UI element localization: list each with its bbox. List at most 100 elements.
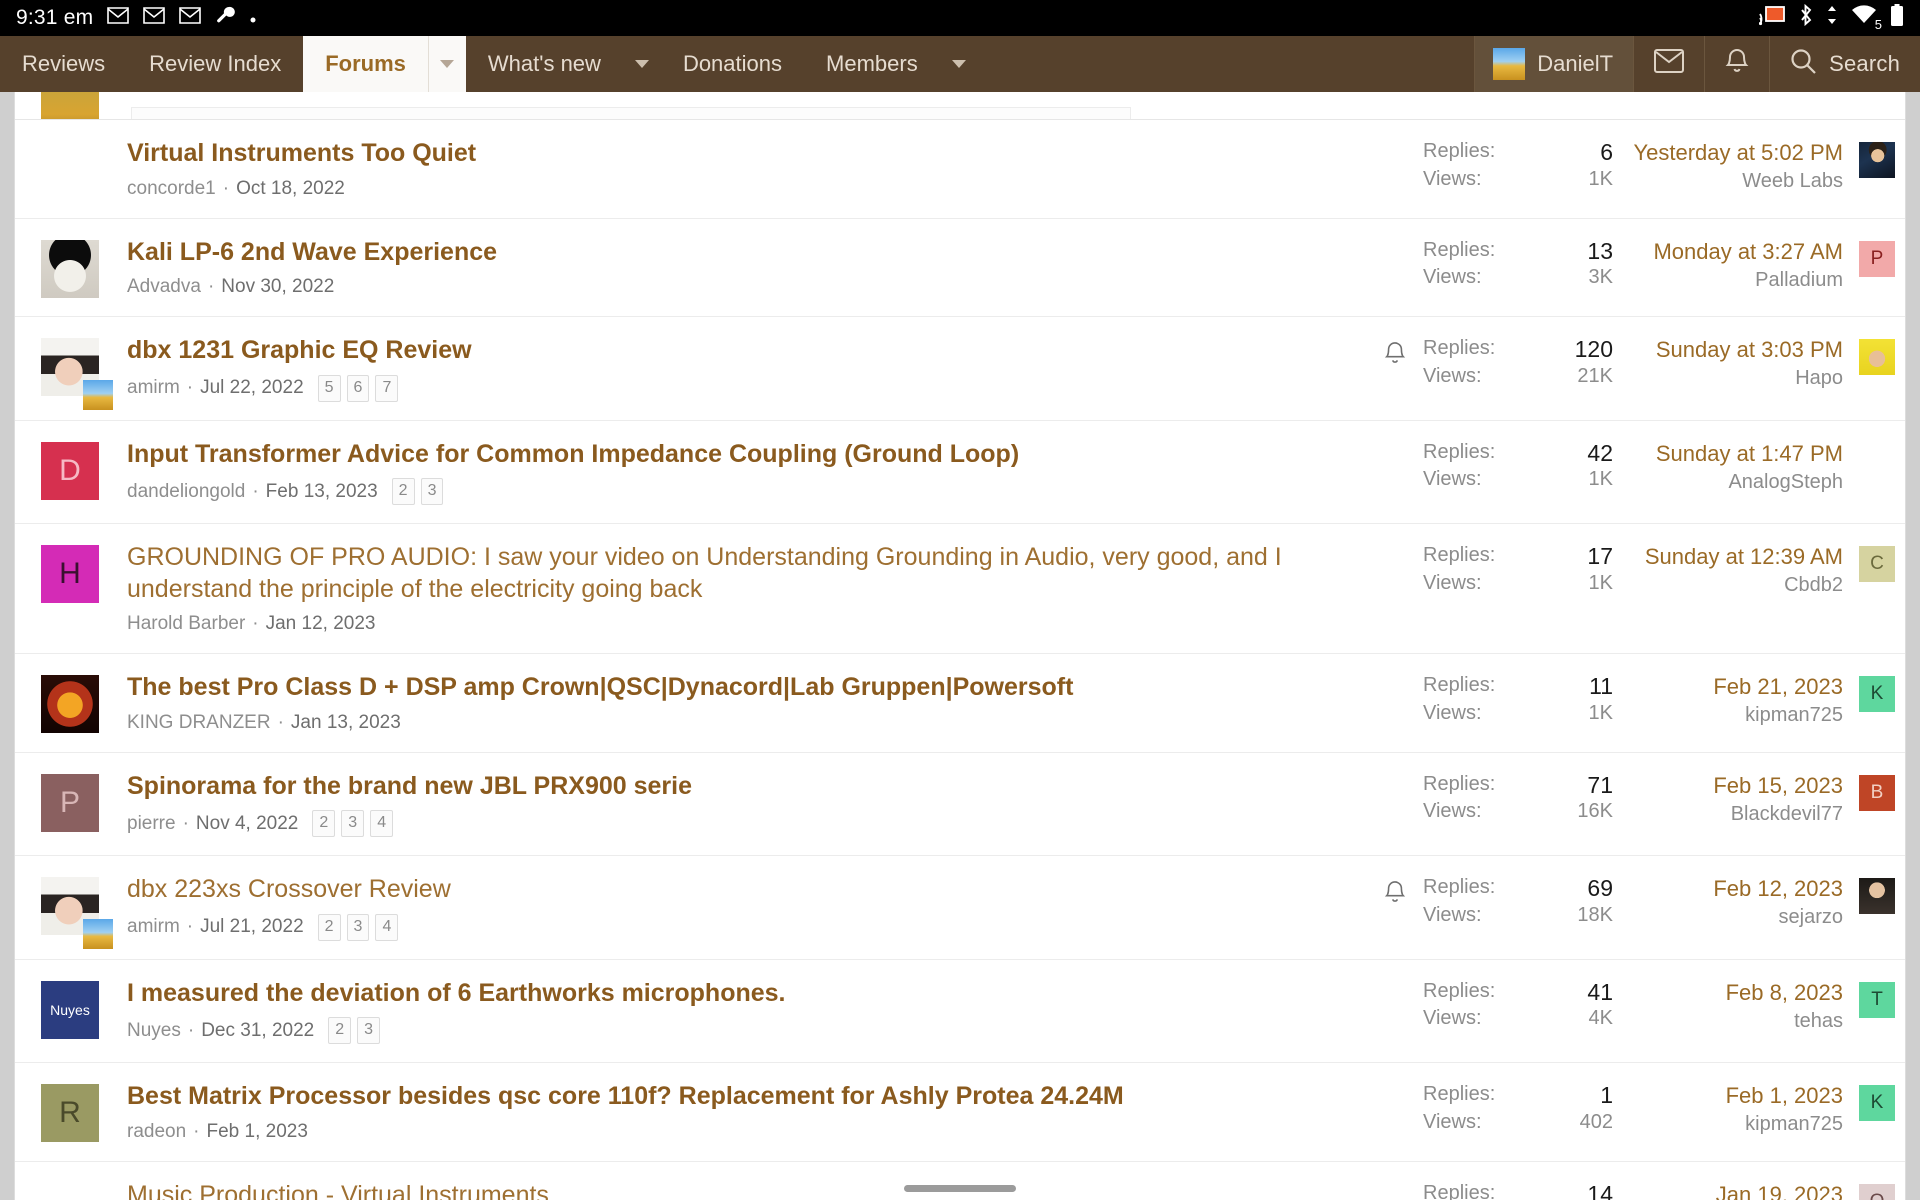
table-row[interactable]: P Spinorama for the brand new JBL PRX900 … — [15, 752, 1905, 856]
last-post-author[interactable]: Cbdb2 — [1623, 574, 1843, 597]
thread-author-link[interactable]: dandeliongold — [127, 481, 245, 503]
thread-author-link[interactable]: radeon — [127, 1121, 186, 1143]
thread-start-date[interactable]: Nov 30, 2022 — [221, 276, 334, 298]
nav-item-whats-new[interactable]: What's new — [466, 36, 623, 92]
avatar[interactable]: D — [41, 441, 99, 500]
thread-author-link[interactable]: pierre — [127, 813, 176, 835]
page-jump-button[interactable]: 2 — [328, 1017, 352, 1044]
inbox-button[interactable] — [1633, 36, 1704, 92]
search-button[interactable]: Search — [1769, 36, 1920, 92]
nav-item-review-index[interactable]: Review Index — [127, 36, 303, 92]
last-post-date[interactable]: Feb 21, 2023 — [1623, 674, 1843, 700]
thread-start-date[interactable]: Dec 31, 2022 — [201, 1020, 314, 1042]
last-post-avatar[interactable]: P — [1859, 240, 1895, 277]
thread-title-link[interactable]: dbx 1231 Graphic EQ Review — [127, 335, 1367, 367]
thread-author-link[interactable]: Harold Barber — [127, 613, 245, 635]
account-menu-button[interactable]: DanielT — [1474, 36, 1634, 92]
avatar[interactable] — [41, 338, 113, 410]
last-post-avatar[interactable]: C — [1859, 546, 1895, 582]
table-row[interactable]: Kali LP-6 2nd Wave Experience Advadva · Nov… — [15, 218, 1905, 317]
page-jump-button[interactable]: 4 — [370, 810, 394, 837]
table-row[interactable]: Nuyes I measured the deviation of 6 Earth… — [15, 959, 1905, 1063]
thread-title-link[interactable]: Virtual Instruments Too Quiet — [127, 138, 1367, 170]
avatar[interactable] — [41, 877, 113, 949]
thread-author-link[interactable]: KING DRANZER — [127, 712, 271, 734]
avatar[interactable]: H — [41, 545, 99, 603]
table-row[interactable]: D Input Transformer Advice for Common Imp… — [15, 420, 1905, 524]
last-post-avatar[interactable] — [1859, 142, 1895, 178]
table-row[interactable]: dbx 1231 Graphic EQ Review amirm · Jul 22, … — [15, 317, 1905, 421]
nav-item-donations[interactable]: Donations — [661, 36, 804, 92]
page-jump-button[interactable]: 5 — [317, 374, 341, 402]
table-row[interactable]: H GROUNDING OF PRO AUDIO: I saw your vide… — [15, 524, 1905, 654]
last-post-date[interactable]: Feb 8, 2023 — [1623, 980, 1843, 1006]
last-post-avatar[interactable] — [1859, 442, 1895, 479]
table-row[interactable]: dbx 223xs Crossover Review amirm · Jul 21, … — [15, 856, 1905, 960]
thread-title-link[interactable]: I measured the deviation of 6 Earthworks… — [127, 978, 1367, 1010]
thread-start-date[interactable]: Nov 4, 2022 — [196, 813, 298, 835]
table-row[interactable]: R Best Matrix Processor besides qsc core … — [15, 1063, 1905, 1162]
page-jump-button[interactable]: 2 — [391, 478, 415, 505]
last-post-author[interactable]: Blackdevil77 — [1623, 803, 1843, 826]
last-post-date[interactable]: Feb 1, 2023 — [1623, 1083, 1843, 1109]
page-jump-button[interactable]: 3 — [346, 913, 370, 941]
thread-title-link[interactable]: Input Transformer Advice for Common Impe… — [127, 439, 1367, 471]
last-post-author[interactable]: Hapo — [1623, 367, 1843, 390]
avatar[interactable] — [41, 675, 99, 733]
last-post-author[interactable]: Palladium — [1623, 269, 1843, 292]
android-gesture-bar[interactable] — [0, 1185, 1920, 1192]
page-jump-button[interactable]: 6 — [346, 374, 370, 402]
thread-author-link[interactable]: Advadva — [127, 276, 201, 298]
page-jump-button[interactable]: 3 — [357, 1017, 381, 1044]
thread-title-link[interactable]: Spinorama for the brand new JBL PRX900 s… — [127, 771, 1367, 803]
thread-title-link[interactable]: The best Pro Class D + DSP amp Crown|QSC… — [127, 672, 1367, 704]
thread-start-date[interactable]: Jul 21, 2022 — [200, 916, 304, 938]
thread-author-link[interactable]: amirm — [127, 916, 180, 938]
thread-start-date[interactable]: Oct 18, 2022 — [236, 178, 345, 200]
thread-start-date[interactable]: Jul 22, 2022 — [200, 377, 304, 399]
last-post-date[interactable]: Sunday at 1:47 PM — [1623, 441, 1843, 467]
nav-item-members[interactable]: Members — [804, 36, 940, 92]
thread-title-link[interactable]: Best Matrix Processor besides qsc core 1… — [127, 1081, 1367, 1113]
avatar[interactable] — [41, 239, 99, 298]
table-row[interactable]: Virtual Instruments Too Quiet concorde1 · O… — [15, 120, 1905, 219]
page-jump-button[interactable]: 3 — [420, 478, 444, 505]
last-post-avatar[interactable]: T — [1859, 981, 1895, 1018]
thread-author-link[interactable]: concorde1 — [127, 178, 216, 200]
last-post-avatar[interactable] — [1859, 339, 1895, 375]
last-post-avatar[interactable]: K — [1859, 676, 1895, 712]
last-post-author[interactable]: tehas — [1623, 1010, 1843, 1033]
last-post-author[interactable]: kipman725 — [1623, 704, 1843, 727]
nav-caret-members[interactable] — [940, 36, 978, 92]
last-post-author[interactable]: sejarzo — [1623, 906, 1843, 929]
page-jump-button[interactable]: 3 — [341, 810, 365, 837]
avatar[interactable]: Nuyes — [41, 980, 99, 1039]
last-post-date[interactable]: Monday at 3:27 AM — [1623, 239, 1843, 265]
last-post-author[interactable]: Weeb Labs — [1623, 170, 1843, 193]
gesture-handle[interactable] — [904, 1185, 1016, 1192]
last-post-author[interactable]: AnalogSteph — [1623, 471, 1843, 494]
thread-start-date[interactable]: Feb 1, 2023 — [207, 1121, 308, 1143]
table-row[interactable]: Music Production - Virtual Instrumentsco… — [15, 1161, 1905, 1200]
page-jump-button[interactable]: 7 — [375, 374, 399, 402]
thread-title-link[interactable]: Kali LP-6 2nd Wave Experience — [127, 237, 1367, 269]
last-post-date[interactable]: Sunday at 3:03 PM — [1623, 337, 1843, 363]
last-post-date[interactable]: Feb 12, 2023 — [1623, 876, 1843, 902]
nav-item-forums[interactable]: Forums — [303, 36, 428, 92]
page-jump-button[interactable]: 2 — [317, 913, 341, 941]
thread-author-link[interactable]: amirm — [127, 377, 180, 399]
page-jump-button[interactable]: 4 — [375, 913, 399, 941]
thread-start-date[interactable]: Jan 13, 2023 — [291, 712, 401, 734]
alerts-button[interactable] — [1704, 36, 1769, 92]
avatar[interactable] — [41, 141, 99, 199]
thread-start-date[interactable]: Jan 12, 2023 — [266, 613, 376, 635]
nav-caret-whats-new[interactable] — [623, 36, 661, 92]
last-post-avatar[interactable]: B — [1859, 774, 1895, 811]
last-post-date[interactable]: Sunday at 12:39 AM — [1623, 544, 1843, 570]
thread-author-link[interactable]: Nuyes — [127, 1020, 181, 1042]
table-row[interactable]: The best Pro Class D + DSP amp Crown|QSC… — [15, 654, 1905, 753]
last-post-avatar[interactable] — [1859, 878, 1895, 914]
avatar[interactable]: P — [41, 773, 99, 832]
nav-caret-forums[interactable] — [427, 36, 466, 92]
avatar[interactable]: R — [41, 1084, 99, 1142]
